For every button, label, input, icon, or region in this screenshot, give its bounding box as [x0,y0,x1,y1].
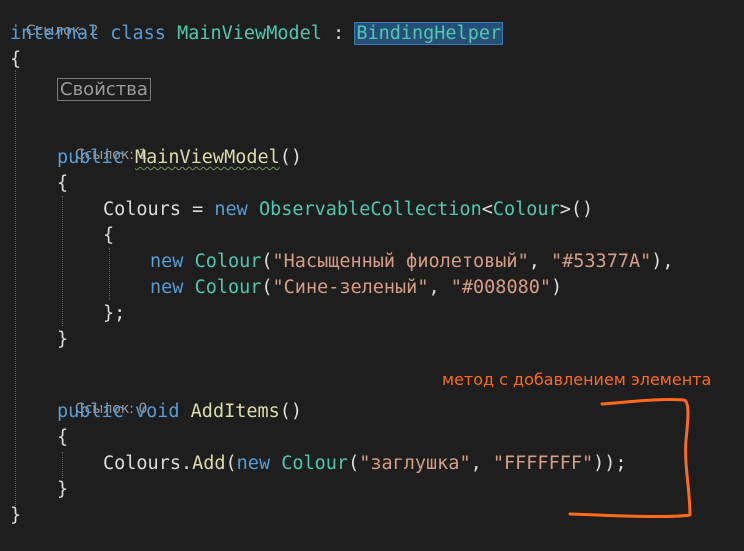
open-brace: { [103,225,115,246]
paren-open: ( [261,277,273,298]
class-name: MainViewModel [177,23,322,44]
comma: , [470,453,493,474]
collapsed-region-properties[interactable]: Свойства [57,78,151,101]
code-line-class-close-brace[interactable]: } [10,504,21,528]
colour-type: Colour [492,199,560,220]
indent-guide [62,452,63,478]
string-purple-hex: "#53377A" [551,251,652,272]
code-line-method-close-brace[interactable]: } [57,478,68,502]
ctor-parens: () [279,147,303,168]
colour-type: Colour [194,251,262,272]
method-name[interactable]: AddItems [191,401,280,422]
close-brace: } [57,329,69,350]
code-line-class-open-brace[interactable]: { [10,48,21,72]
open-brace: { [10,49,22,70]
paren-open: ( [261,251,273,272]
code-editor[interactable]: Ссылок: 2 internal class MainViewModel :… [0,0,744,551]
generic-open: < [481,199,493,220]
code-line-ctor-close-brace[interactable]: } [57,328,68,352]
code-line-colour-teal[interactable]: new Colour("Сине-зеленый", "#008080") [150,276,562,300]
close-brace: } [10,505,22,526]
close-brace: } [57,479,69,500]
keyword-internal: internal [10,23,100,44]
keyword-new: new [150,251,184,272]
inheritance-colon: : [321,23,356,44]
close-paren: ) [551,277,563,298]
keyword-new: new [150,277,184,298]
keyword-new: new [236,453,271,474]
paren-open: ( [225,453,237,474]
property-colours: Colours [103,453,181,474]
annotation-label: метод с добавлением элемента [442,370,712,389]
indent-guide [109,248,110,300]
colour-type: Colour [281,453,349,474]
method-parens: () [279,401,303,422]
keyword-new: new [214,199,248,220]
ctor-name[interactable]: MainViewModel [135,147,280,168]
code-line-ctor-open-brace[interactable]: { [57,172,68,196]
add-method: Add [192,453,226,474]
code-line-method-open-brace[interactable]: { [57,426,68,450]
indent-guide [15,70,16,510]
dot: . [180,453,193,474]
string-stub-hex: "FFFFFFF" [492,453,594,474]
keyword-public: public [57,401,124,422]
assign-operator: = [180,199,215,220]
indent-guide [62,196,63,326]
string-stub-name: "заглушка" [359,453,471,474]
comma: , [428,277,451,298]
generic-close: >() [559,199,594,220]
close-call: )); [593,453,627,474]
string-purple-name: "Насыщенный фиолетовый" [272,251,529,272]
code-line-region[interactable]: Свойства [57,78,151,102]
code-line-initializer-open-brace[interactable]: { [103,224,114,248]
code-line-colour-purple[interactable]: new Colour("Насыщенный фиолетовый", "#53… [150,250,674,274]
code-line-method-declaration[interactable]: public void AddItems() [57,400,302,424]
open-brace: { [57,173,69,194]
code-line-ctor-declaration[interactable]: public MainViewModel() [57,146,302,170]
paren-open: ( [348,453,360,474]
code-line-initializer-close-brace[interactable]: }; [103,302,125,326]
code-line-add-call[interactable]: Colours.Add(new Colour("заглушка", "FFFF… [103,452,627,476]
keyword-void: void [134,401,180,422]
keyword-class: class [110,23,166,44]
close-brace-semicolon: }; [103,303,126,324]
colour-type: Colour [194,277,262,298]
base-class-name[interactable]: BindingHelper [354,22,504,45]
code-line-collection-init[interactable]: Colours = new ObservableCollection<Colou… [103,198,593,222]
property-colours: Colours [103,199,181,220]
code-line-class-declaration[interactable]: internal class MainViewModel : BindingHe… [10,22,504,46]
string-teal-hex: "#008080" [450,277,551,298]
collection-type: ObservableCollection [258,199,482,220]
keyword-public: public [57,147,124,168]
comma: , [528,251,551,272]
open-brace: { [57,427,69,448]
close-paren-comma: ), [651,251,674,272]
string-teal-name: "Сине-зеленый" [272,277,429,298]
